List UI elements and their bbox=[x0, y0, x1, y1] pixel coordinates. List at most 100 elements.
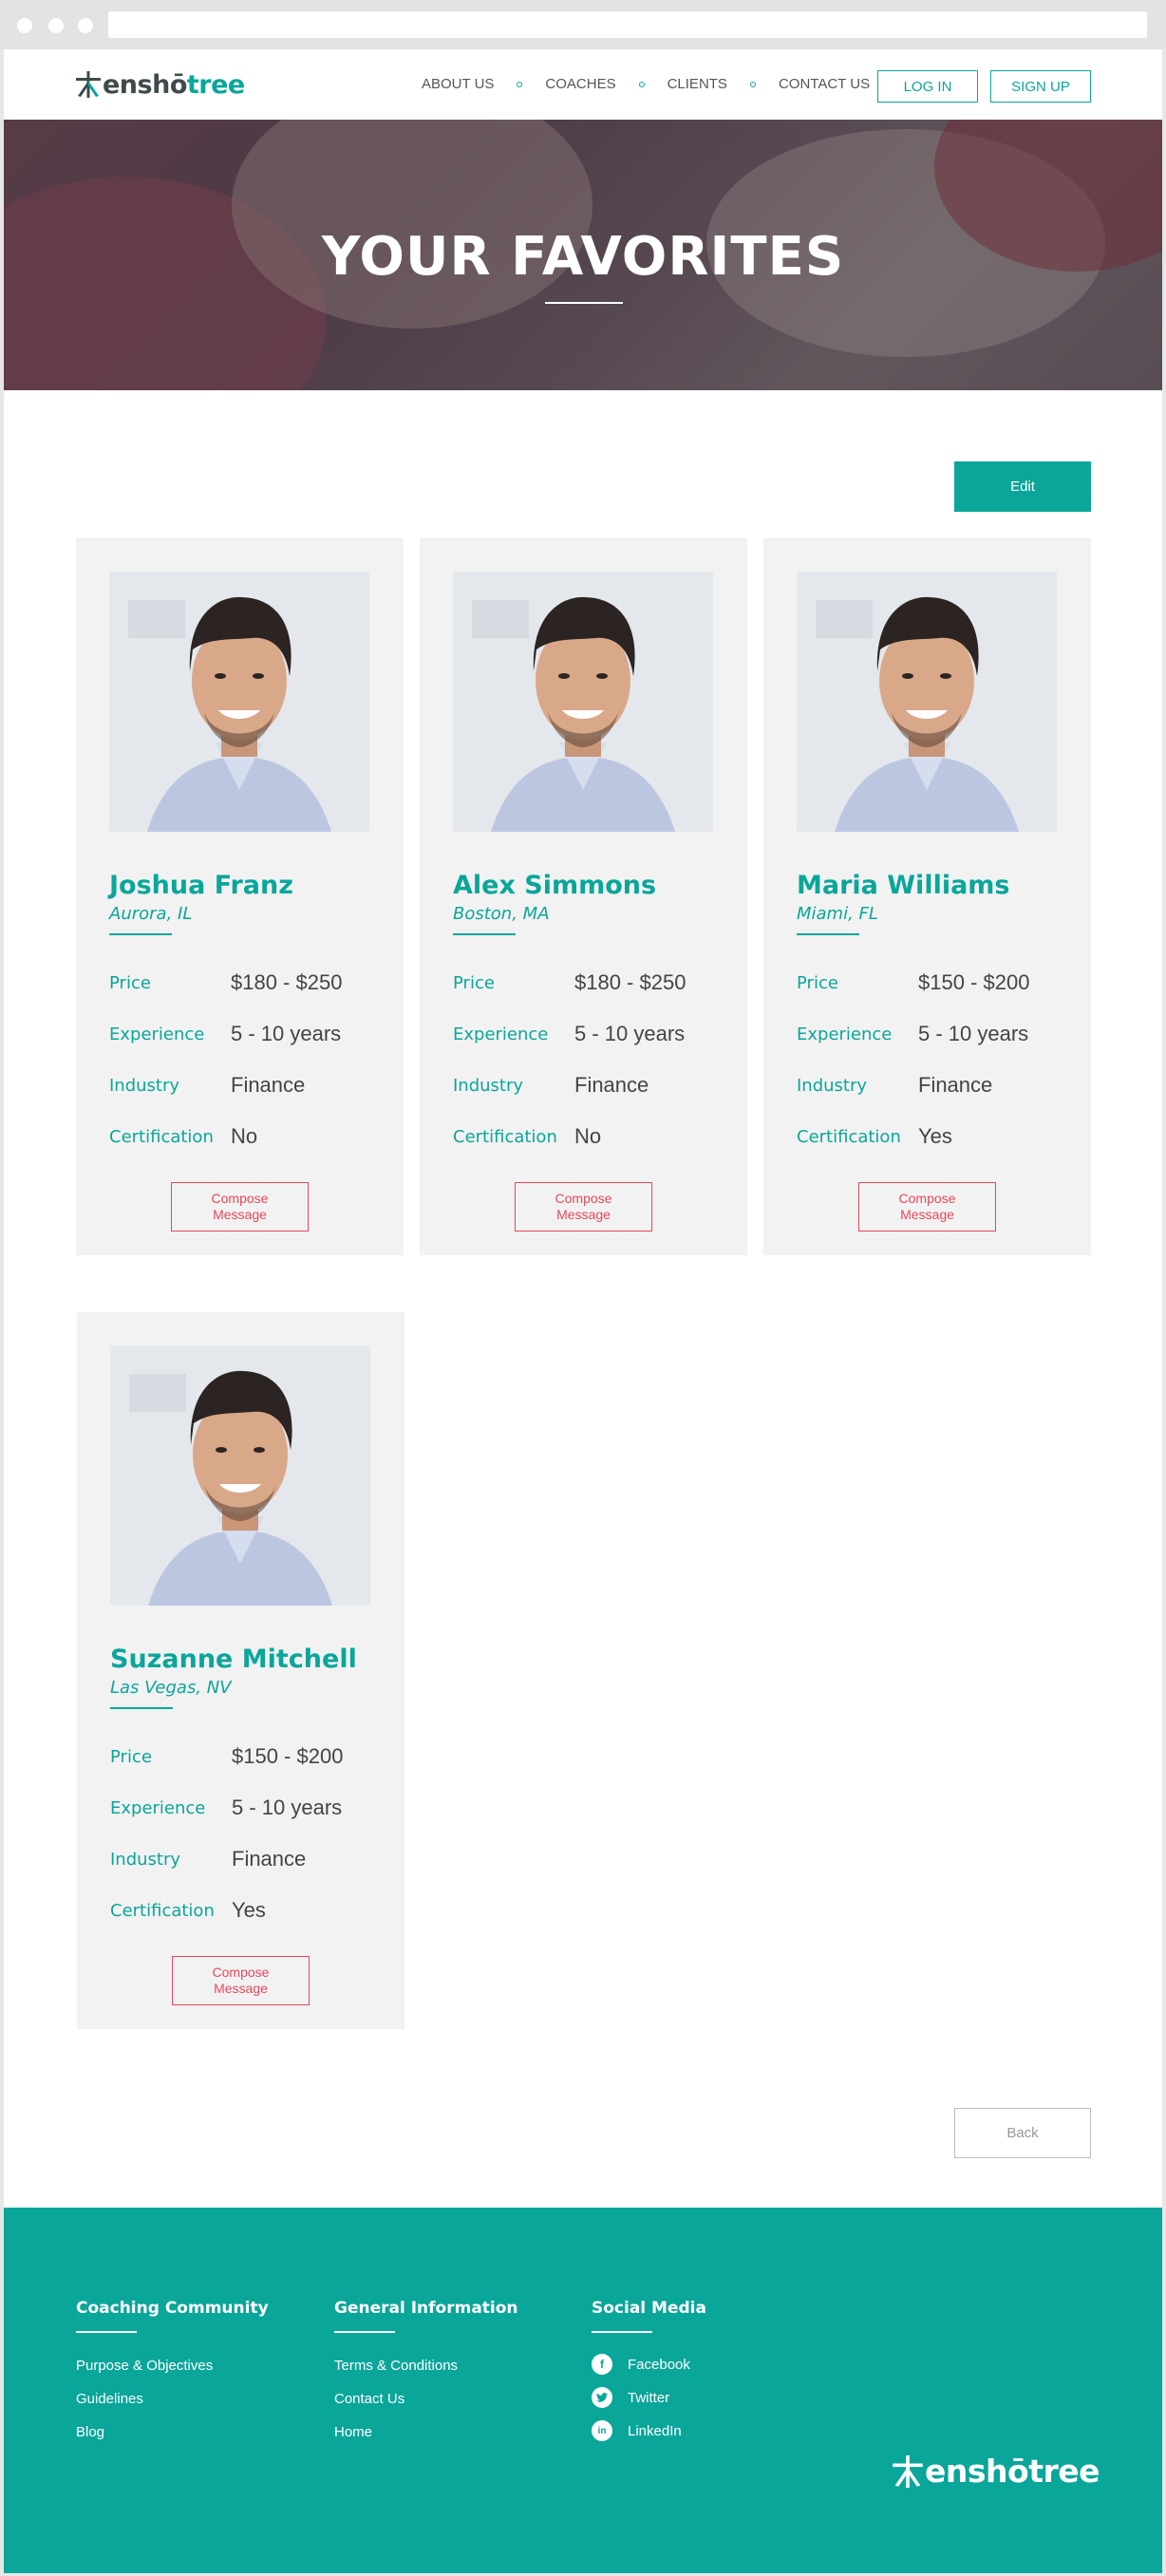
coach-photo[interactable] bbox=[453, 572, 713, 832]
price-value: $150 - $200 bbox=[918, 970, 1030, 994]
coach-card: Alex Simmons Boston, MA Price $180 - $25… bbox=[420, 538, 747, 1255]
linkedin-icon: in bbox=[592, 2420, 612, 2441]
footer-link-linkedin[interactable]: in LinkedIn bbox=[592, 2420, 682, 2441]
certification-label: Certification bbox=[453, 1127, 557, 1147]
compose-message-button[interactable]: Compose Message bbox=[171, 1182, 309, 1232]
certification-label: Certification bbox=[797, 1127, 901, 1147]
certification-row: Certification No bbox=[453, 1124, 728, 1153]
compose-label-line1: Compose bbox=[212, 1965, 270, 1980]
linkedin-label: LinkedIn bbox=[628, 2422, 682, 2439]
footer-logo[interactable]: enshō tree bbox=[893, 2453, 1100, 2490]
experience-label: Experience bbox=[110, 1798, 206, 1818]
nav-coaches[interactable]: COACHES bbox=[545, 76, 615, 92]
footer-logo-text-part1: enshō bbox=[925, 2453, 1029, 2490]
coach-photo[interactable] bbox=[109, 572, 369, 832]
nav-contact-us[interactable]: CONTACT US bbox=[779, 76, 870, 92]
nav-clients[interactable]: CLIENTS bbox=[668, 76, 727, 92]
coach-location: Boston, MA bbox=[453, 904, 550, 924]
experience-label: Experience bbox=[453, 1025, 549, 1044]
compose-label-line2: Message bbox=[214, 1981, 268, 1996]
industry-value: Finance bbox=[574, 1073, 649, 1097]
login-button[interactable]: LOG IN bbox=[877, 70, 978, 103]
window-dot bbox=[78, 18, 93, 33]
back-button[interactable]: Back bbox=[954, 2108, 1091, 2158]
nav-separator-dot bbox=[749, 81, 756, 87]
window-dot bbox=[17, 18, 32, 33]
footer-heading-underline bbox=[592, 2331, 652, 2333]
experience-row: Experience 5 - 10 years bbox=[110, 1796, 386, 1824]
avatar-icon bbox=[110, 1345, 370, 1606]
industry-row: Industry Finance bbox=[797, 1073, 1072, 1101]
coach-name[interactable]: Alex Simmons bbox=[453, 871, 656, 900]
certification-row: Certification Yes bbox=[110, 1898, 386, 1927]
industry-value: Finance bbox=[231, 1073, 306, 1097]
industry-label: Industry bbox=[797, 1076, 868, 1096]
price-value: $180 - $250 bbox=[231, 970, 343, 994]
compose-label-line1: Compose bbox=[898, 1191, 956, 1206]
price-value: $150 - $200 bbox=[232, 1744, 344, 1768]
footer-link-guidelines[interactable]: Guidelines bbox=[76, 2391, 143, 2407]
footer-col-general-information: General Information Terms & Conditions C… bbox=[334, 2299, 518, 2440]
page: enshō tree ABOUT US COACHES CLIENTS CONTA… bbox=[4, 49, 1162, 2573]
signup-button[interactable]: SIGN UP bbox=[990, 70, 1091, 103]
experience-value: 5 - 10 years bbox=[574, 1022, 686, 1045]
footer-link-home[interactable]: Home bbox=[334, 2424, 372, 2440]
industry-label: Industry bbox=[453, 1076, 524, 1096]
site-header: enshō tree ABOUT US COACHES CLIENTS CONTA… bbox=[4, 49, 1162, 120]
avatar-icon bbox=[109, 572, 369, 832]
site-logo[interactable]: enshō tree bbox=[76, 68, 245, 101]
avatar-icon bbox=[797, 572, 1057, 832]
price-label: Price bbox=[109, 973, 151, 993]
nav-separator-dot bbox=[517, 81, 523, 87]
industry-row: Industry Finance bbox=[453, 1073, 728, 1101]
compose-label-line2: Message bbox=[213, 1207, 267, 1222]
coach-photo[interactable] bbox=[110, 1345, 370, 1606]
price-value: $180 - $250 bbox=[574, 970, 686, 994]
certification-row: Certification No bbox=[109, 1124, 385, 1153]
edit-button[interactable]: Edit bbox=[954, 461, 1091, 512]
footer-link-facebook[interactable]: f Facebook bbox=[592, 2354, 690, 2375]
industry-label: Industry bbox=[110, 1850, 181, 1870]
name-underline bbox=[109, 933, 172, 935]
coach-name[interactable]: Joshua Franz bbox=[109, 871, 293, 900]
coach-photo[interactable] bbox=[797, 572, 1057, 832]
price-row: Price $150 - $200 bbox=[797, 970, 1072, 999]
footer-heading: Coaching Community bbox=[76, 2299, 269, 2318]
industry-value: Finance bbox=[918, 1073, 993, 1097]
window-dot bbox=[48, 18, 64, 33]
certification-label: Certification bbox=[110, 1901, 215, 1921]
footer-heading-underline bbox=[76, 2331, 137, 2333]
footer-link-terms[interactable]: Terms & Conditions bbox=[334, 2358, 458, 2374]
compose-label-line1: Compose bbox=[555, 1191, 612, 1206]
coach-name[interactable]: Maria Williams bbox=[797, 871, 1010, 900]
coach-card: Maria Williams Miami, FL Price $150 - $2… bbox=[763, 538, 1091, 1255]
compose-message-button[interactable]: Compose Message bbox=[172, 1956, 310, 2005]
compose-message-button[interactable]: Compose Message bbox=[515, 1182, 652, 1232]
logo-text-part1: enshō bbox=[103, 69, 187, 100]
experience-label: Experience bbox=[797, 1025, 893, 1044]
nav-about-us[interactable]: ABOUT US bbox=[422, 76, 494, 92]
price-label: Price bbox=[797, 973, 838, 993]
experience-row: Experience 5 - 10 years bbox=[453, 1022, 728, 1050]
name-underline bbox=[797, 933, 859, 935]
name-underline bbox=[453, 933, 516, 935]
logo-text-part2: tree bbox=[186, 69, 245, 100]
coach-name[interactable]: Suzanne Mitchell bbox=[110, 1645, 357, 1674]
experience-value: 5 - 10 years bbox=[231, 1022, 342, 1045]
compose-label-line2: Message bbox=[556, 1207, 611, 1222]
compose-message-button[interactable]: Compose Message bbox=[858, 1182, 996, 1232]
footer-link-contact-us[interactable]: Contact Us bbox=[334, 2391, 404, 2407]
footer-link-purpose[interactable]: Purpose & Objectives bbox=[76, 2358, 213, 2374]
experience-row: Experience 5 - 10 years bbox=[109, 1022, 385, 1050]
certification-value: No bbox=[574, 1124, 602, 1148]
certification-row: Certification Yes bbox=[797, 1124, 1072, 1153]
experience-row: Experience 5 - 10 years bbox=[797, 1022, 1072, 1050]
footer-link-blog[interactable]: Blog bbox=[76, 2424, 104, 2440]
footer-link-twitter[interactable]: Twitter bbox=[592, 2387, 669, 2408]
name-underline bbox=[110, 1707, 173, 1709]
hero-banner: YOUR FAVORITES bbox=[4, 120, 1162, 390]
coach-card: Suzanne Mitchell Las Vegas, NV Price $15… bbox=[77, 1312, 404, 2029]
address-bar[interactable] bbox=[108, 11, 1147, 38]
footer-logo-text-part2: tree bbox=[1028, 2453, 1100, 2490]
footer-col-coaching-community: Coaching Community Purpose & Objectives … bbox=[76, 2299, 269, 2440]
